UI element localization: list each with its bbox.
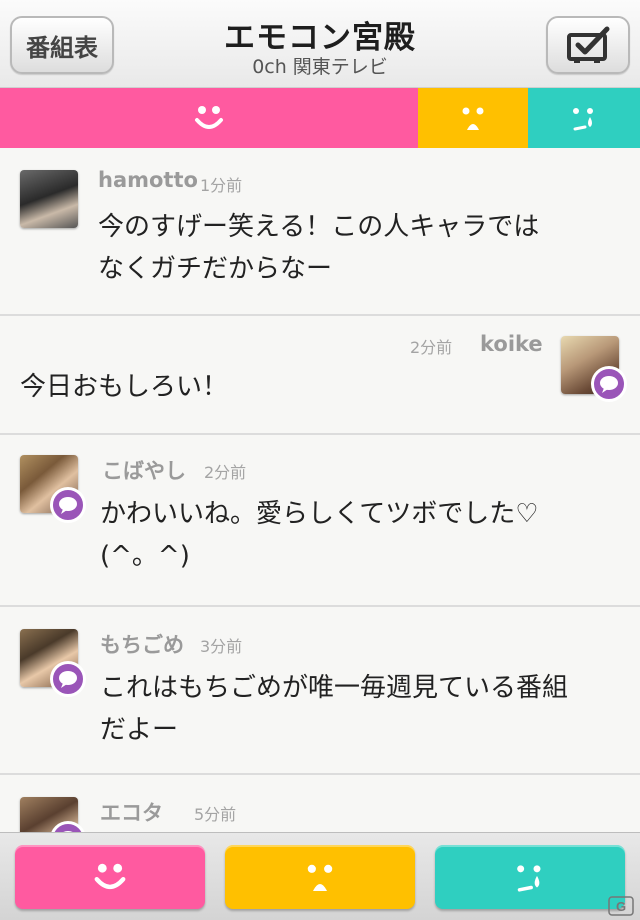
timestamp: 2分前 <box>204 463 247 482</box>
username[interactable]: もちごめ <box>100 629 184 659</box>
speech-bubble-icon <box>59 497 77 514</box>
shocked-face-icon <box>462 107 484 130</box>
smile-face-icon <box>195 106 223 129</box>
timestamp: 2分前 <box>410 338 453 357</box>
smile-face-icon <box>94 863 126 890</box>
timestamp: 1分前 <box>200 176 243 195</box>
happy-emotion-button[interactable] <box>15 845 205 909</box>
channel-subtitle: 0ch 関東テレビ <box>252 56 388 78</box>
list-item[interactable]: 2分前 koike 今日おもしろい！ <box>0 316 640 435</box>
program-guide-button[interactable]: 番組表 <box>10 16 114 74</box>
avatar[interactable] <box>20 170 78 228</box>
comment-text-line: これはもちごめが唯一毎週見ている番組 <box>100 673 569 703</box>
navigation-bar: 番組表 エモコン宮殿 0ch 関東テレビ <box>0 0 640 88</box>
shocked-emotion-button[interactable] <box>225 845 415 909</box>
sad-ratio-segment <box>528 88 640 148</box>
emotion-ratio-bar <box>0 88 640 148</box>
comment-text-line: だよー <box>100 715 179 745</box>
sad-emotion-button[interactable] <box>435 845 625 909</box>
comment-badge <box>591 366 627 402</box>
happy-ratio-segment <box>0 88 418 148</box>
username[interactable]: koike <box>480 332 543 356</box>
username[interactable]: hamotto <box>98 168 198 192</box>
program-guide-label: 番組表 <box>26 33 98 62</box>
page-title: エモコン宮殿 <box>224 20 416 56</box>
username[interactable]: こばやし <box>102 455 186 485</box>
crying-face-icon <box>517 865 541 892</box>
speech-bubble-icon <box>600 376 618 393</box>
comment-text-line: 今日おもしろい！ <box>20 372 229 402</box>
comment-text-line: なくガチだからなー <box>98 254 333 284</box>
tv-check-icon <box>567 26 610 63</box>
emotion-button-bar: G <box>0 832 640 920</box>
tv-checkin-button[interactable] <box>546 16 630 74</box>
watermark-logo-icon: G <box>608 896 634 916</box>
comment-text-line: 今のすげー笑える！この人キャラでは <box>98 212 540 242</box>
comment-feed[interactable]: hamotto 1分前 今のすげー笑える！この人キャラでは なくガチだからなー … <box>0 148 640 832</box>
list-item[interactable]: エコタ 5分前 <box>0 775 640 832</box>
speech-bubble-icon <box>59 671 77 688</box>
list-item[interactable]: こばやし 2分前 かわいいね。愛らしくてツボでした♡ (^。^) <box>0 435 640 607</box>
comment-badge <box>50 487 86 523</box>
shocked-face-icon <box>307 864 333 891</box>
comment-badge <box>50 661 86 697</box>
svg-text:G: G <box>616 899 626 914</box>
timestamp: 5分前 <box>194 805 237 824</box>
list-item[interactable]: もちごめ 3分前 これはもちごめが唯一毎週見ている番組 だよー <box>0 607 640 775</box>
crying-face-icon <box>573 108 593 131</box>
comment-text-line: (^。^) <box>100 541 190 571</box>
comment-text-line: かわいいね。愛らしくてツボでした♡ <box>100 499 539 529</box>
shock-ratio-segment <box>418 88 528 148</box>
list-item[interactable]: hamotto 1分前 今のすげー笑える！この人キャラでは なくガチだからなー <box>0 148 640 316</box>
username[interactable]: エコタ <box>100 797 163 827</box>
timestamp: 3分前 <box>200 637 243 656</box>
